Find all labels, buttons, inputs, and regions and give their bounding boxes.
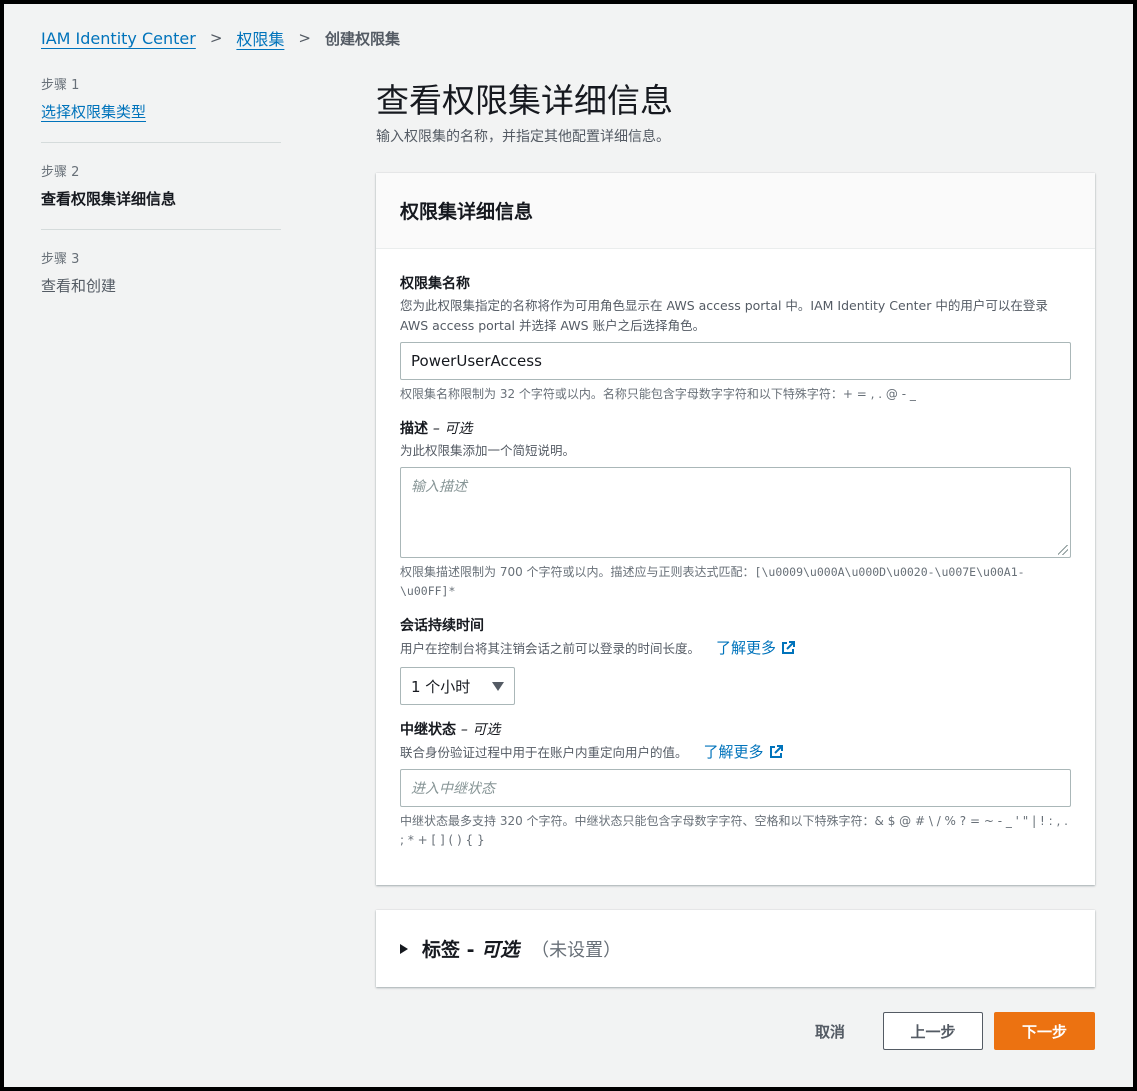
relay-state-label-text: 中继状态 <box>400 722 456 738</box>
breadcrumb-current: 创建权限集 <box>324 29 400 48</box>
session-duration-field: 会话持续时间 用户在控制台将其注销会话之前可以登录的时间长度。 了解更多 1 个… <box>400 615 1071 705</box>
external-link-icon <box>782 641 796 654</box>
page-title: 查看权限集详细信息 <box>376 81 673 120</box>
tags-expandable-section[interactable]: 标签 - 可选 （未设置） <box>376 910 1095 987</box>
step-1: 步骤 1 选择权限集类型 <box>41 74 281 143</box>
tags-title: 标签 - 可选 <box>422 935 519 962</box>
breadcrumb: IAM Identity Center > 权限集 > 创建权限集 <box>41 26 400 50</box>
session-duration-select[interactable]: 1 个小时 <box>400 667 515 705</box>
caret-right-icon <box>400 943 408 954</box>
relay-state-help: 联合身份验证过程中用于在账户内重定向用户的值。 了解更多 <box>400 742 1071 763</box>
description-help: 为此权限集添加一个简短说明。 <box>400 443 576 458</box>
step-3-label: 步骤 3 <box>41 252 80 267</box>
panel-body: 权限集名称 您为此权限集指定的名称将作为可用角色显示在 AWS access p… <box>376 249 1095 850</box>
chevron-right-icon: > <box>209 29 223 47</box>
session-duration-label: 会话持续时间 <box>400 618 484 634</box>
step-3: 步骤 3 查看和创建 <box>41 248 281 316</box>
breadcrumb-permission-sets[interactable]: 权限集 <box>236 26 284 50</box>
step-2-title: 查看权限集详细信息 <box>41 190 177 208</box>
description-label: 描述 – 可选 <box>400 418 1071 438</box>
description-placeholder: 输入描述 <box>411 479 467 495</box>
step-2: 步骤 2 查看权限集详细信息 <box>41 161 281 230</box>
relay-state-constraint: 中继状态最多支持 320 个字符。中继状态只能包含字母数字字符、空格和以下特殊字… <box>400 814 1068 847</box>
step-1-link[interactable]: 选择权限集类型 <box>41 103 146 121</box>
session-duration-value: 1 个小时 <box>411 677 471 696</box>
session-duration-description: 用户在控制台将其注销会话之前可以登录的时间长度。 <box>400 641 701 656</box>
name-constraint: 权限集名称限制为 32 个字符或以内。名称只能包含字母数字字符和以下特殊字符：+… <box>400 387 916 401</box>
description-field: 描述 – 可选 为此权限集添加一个简短说明。 输入描述 权限集描述限制为 700… <box>400 418 1071 601</box>
name-input-value: PowerUserAccess <box>411 352 542 370</box>
tags-optional: 可选 <box>481 939 520 961</box>
relay-learn-more-link[interactable]: 了解更多 <box>704 742 783 762</box>
page-description: 输入权限集的名称，并指定其他配置详细信息。 <box>376 129 670 145</box>
description-textarea[interactable]: 输入描述 <box>400 467 1071 558</box>
step-3-title: 查看和创建 <box>41 277 117 295</box>
description-label-text: 描述 <box>400 421 428 437</box>
description-constraint-text: 权限集描述限制为 700 个字符或以内。描述应与正则表达式匹配： <box>400 565 755 579</box>
session-learn-more-text: 了解更多 <box>716 639 777 657</box>
relay-state-optional: – 可选 <box>460 722 501 738</box>
previous-button[interactable]: 上一步 <box>883 1012 983 1050</box>
session-learn-more-link[interactable]: 了解更多 <box>716 638 796 658</box>
name-input[interactable]: PowerUserAccess <box>400 342 1071 380</box>
relay-state-field: 中继状态 – 可选 联合身份验证过程中用于在账户内重定向用户的值。 了解更多 进… <box>400 719 1071 850</box>
relay-state-description: 联合身份验证过程中用于在账户内重定向用户的值。 <box>400 745 688 760</box>
tags-status: （未设置） <box>531 939 622 961</box>
name-description: 您为此权限集指定的名称将作为可用角色显示在 AWS access portal … <box>400 298 1048 333</box>
next-button[interactable]: 下一步 <box>994 1012 1095 1050</box>
cancel-button[interactable]: 取消 <box>799 1012 861 1050</box>
relay-state-placeholder: 进入中继状态 <box>411 781 495 797</box>
resize-handle-icon[interactable] <box>1058 545 1068 555</box>
chevron-right-icon: > <box>298 29 311 47</box>
relay-state-input[interactable]: 进入中继状态 <box>400 769 1071 807</box>
panel-title: 权限集详细信息 <box>376 173 1095 249</box>
description-constraint: 权限集描述限制为 700 个字符或以内。描述应与正则表达式匹配：[\u0009\… <box>400 563 1071 601</box>
step-1-label: 步骤 1 <box>41 78 80 93</box>
name-label: 权限集名称 <box>400 276 470 292</box>
relay-state-label: 中继状态 – 可选 <box>400 719 1071 739</box>
permission-set-details-panel: 权限集详细信息 权限集名称 您为此权限集指定的名称将作为可用角色显示在 AWS … <box>376 173 1095 885</box>
relay-learn-more-text: 了解更多 <box>703 743 764 761</box>
breadcrumb-iam-identity-center[interactable]: IAM Identity Center <box>41 29 196 48</box>
name-field: 权限集名称 您为此权限集指定的名称将作为可用角色显示在 AWS access p… <box>400 273 1071 404</box>
description-optional: – 可选 <box>432 421 473 437</box>
session-duration-help: 用户在控制台将其注销会话之前可以登录的时间长度。 了解更多 <box>400 638 1071 659</box>
page-frame: IAM Identity Center > 权限集 > 创建权限集 步骤 1 选… <box>4 4 1133 1087</box>
step-2-label: 步骤 2 <box>41 165 80 180</box>
caret-down-icon <box>492 681 504 691</box>
tags-title-text: 标签 - <box>422 939 475 961</box>
wizard-steps: 步骤 1 选择权限集类型 步骤 2 查看权限集详细信息 步骤 3 查看和创建 <box>41 74 281 334</box>
external-link-icon <box>769 745 783 758</box>
